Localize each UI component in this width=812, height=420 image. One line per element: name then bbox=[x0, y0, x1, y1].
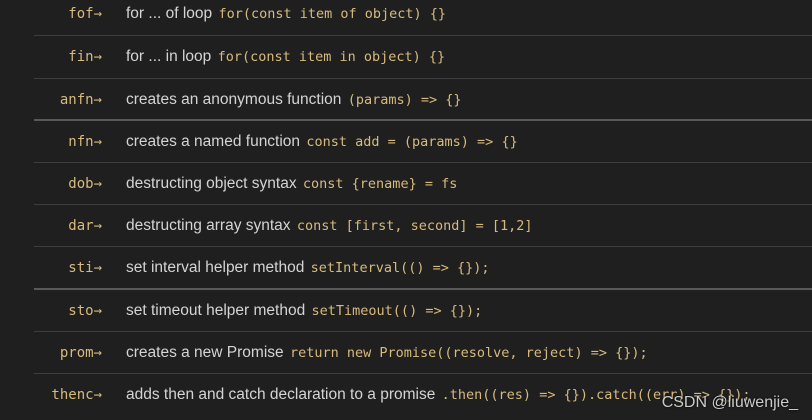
snippet-prefix: prom→ bbox=[59, 345, 102, 361]
snippet-code: setInterval(() => {}); bbox=[310, 260, 490, 276]
snippet-description-text: destructing array syntax bbox=[126, 217, 291, 234]
snippet-description: set interval helper method setInterval((… bbox=[126, 247, 812, 289]
snippet-description-text: set timeout helper method bbox=[126, 302, 306, 319]
snippet-description-text: set interval helper method bbox=[126, 259, 305, 276]
snippet-description: for ... of loop for(const item of object… bbox=[126, 0, 812, 35]
snippet-prefix: sto→ bbox=[68, 303, 102, 319]
snippet-description-text: creates a named function bbox=[126, 133, 301, 150]
snippet-row-nfn[interactable]: nfn→ creates a named function const add … bbox=[0, 121, 812, 163]
snippet-prefix: dar→ bbox=[68, 218, 102, 234]
snippet-description-text: destructing object syntax bbox=[126, 175, 297, 192]
snippet-description-text: adds then and catch declaration to a pro… bbox=[126, 386, 436, 403]
snippet-prefix: fin→ bbox=[68, 49, 102, 65]
snippet-description: set timeout helper method setTimeout(() … bbox=[126, 290, 812, 332]
snippet-description: destructing object syntax const {rename}… bbox=[126, 163, 812, 205]
snippet-prefix: anfn→ bbox=[59, 92, 102, 108]
snippet-description: creates a new Promise return new Promise… bbox=[126, 332, 812, 374]
snippet-prefix: nfn→ bbox=[68, 134, 102, 150]
snippet-row-fof[interactable]: fof→ for ... of loop for(const item of o… bbox=[0, 0, 812, 35]
snippet-description-text: creates a new Promise bbox=[126, 344, 284, 361]
snippet-row-prom[interactable]: prom→ creates a new Promise return new P… bbox=[0, 332, 812, 374]
snippet-description: destructing array syntax const [first, s… bbox=[126, 205, 812, 247]
snippet-prefix: dob→ bbox=[68, 176, 102, 192]
snippet-row-sti[interactable]: sti→ set interval helper method setInter… bbox=[0, 247, 812, 289]
snippet-description: creates a named function const add = (pa… bbox=[126, 121, 812, 163]
snippet-code: (params) => {} bbox=[347, 92, 462, 108]
snippet-code: const add = (params) => {} bbox=[306, 134, 518, 150]
snippet-code: setTimeout(() => {}); bbox=[311, 303, 483, 319]
snippet-row-dar[interactable]: dar→ destructing array syntax const [fir… bbox=[0, 205, 812, 247]
snippet-row-fin[interactable]: fin→ for ... in loop for(const item in o… bbox=[0, 36, 812, 78]
snippet-prefix: sti→ bbox=[68, 260, 102, 276]
snippet-row-anfn[interactable]: anfn→ creates an anonymous function (par… bbox=[0, 79, 812, 121]
snippet-description-text: creates an anonymous function bbox=[126, 91, 342, 108]
snippet-prefix: thenc→ bbox=[51, 387, 102, 403]
snippet-description: creates an anonymous function (params) =… bbox=[126, 79, 812, 121]
snippet-code: for(const item of object) {} bbox=[218, 6, 447, 22]
snippet-code: return new Promise((resolve, reject) => … bbox=[289, 345, 648, 361]
snippet-description: for ... in loop for(const item in object… bbox=[126, 36, 812, 78]
snippet-table: fof→ for ... of loop for(const item of o… bbox=[0, 0, 812, 420]
snippet-code: for(const item in object) {} bbox=[217, 49, 446, 65]
snippet-code: const [first, second] = [1,2] bbox=[296, 218, 533, 234]
snippet-description-text: for ... of loop bbox=[126, 5, 213, 22]
watermark: CSDN @liuwenjie_ bbox=[661, 394, 798, 411]
snippet-row-sto[interactable]: sto→ set timeout helper method setTimeou… bbox=[0, 290, 812, 332]
snippet-description-text: for ... in loop bbox=[126, 48, 212, 65]
snippet-code: const {rename} = fs bbox=[302, 176, 458, 192]
snippet-row-dob[interactable]: dob→ destructing object syntax const {re… bbox=[0, 163, 812, 205]
snippet-prefix: fof→ bbox=[68, 6, 102, 22]
